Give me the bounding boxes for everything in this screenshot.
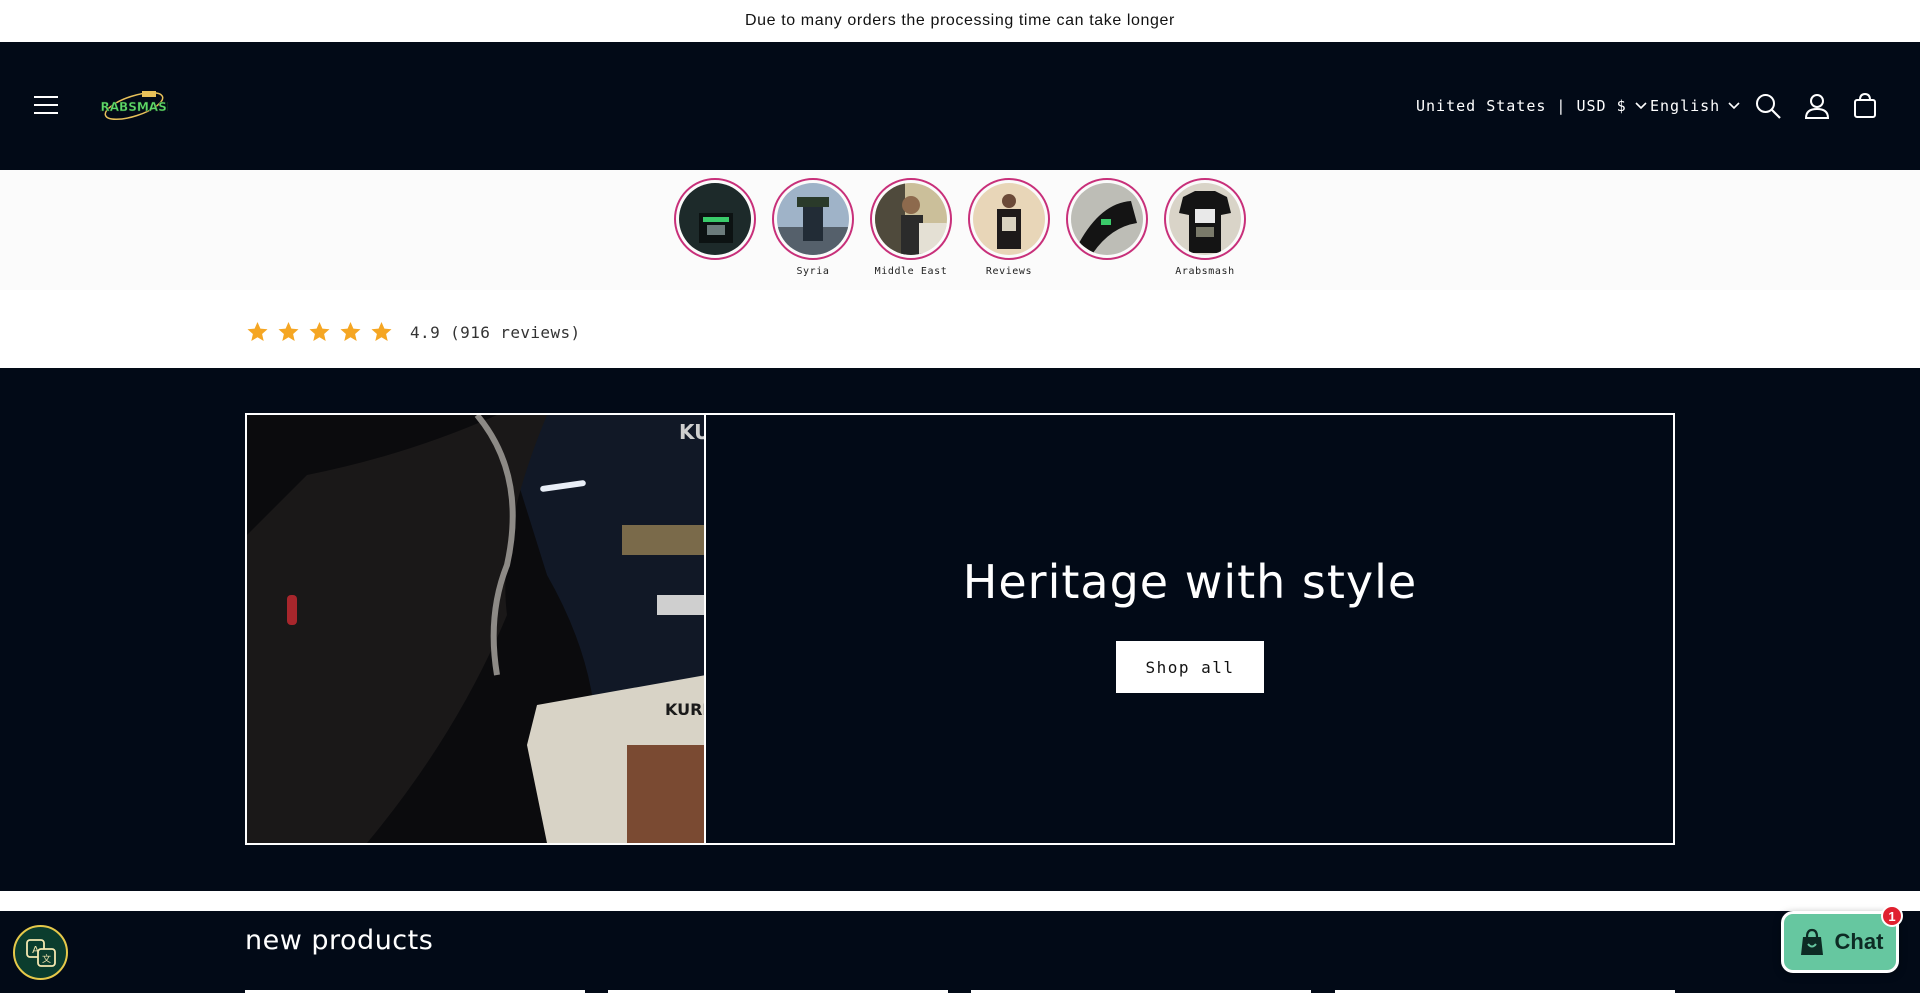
story-thumbnail xyxy=(973,183,1045,255)
site-logo[interactable]: ARABSMASH xyxy=(91,82,177,130)
hero-banner: KU KURI Heritage with style Shop all xyxy=(245,413,1675,845)
chevron-down-icon xyxy=(1635,102,1647,110)
story-label: Arabsmash xyxy=(1175,266,1235,277)
announcement-text: Due to many orders the processing time c… xyxy=(745,12,1175,29)
rating-text: 4.9 (916 reviews) xyxy=(410,322,581,342)
story-label xyxy=(673,266,757,280)
hero-video[interactable]: KU KURI xyxy=(247,415,706,843)
chat-label: Chat xyxy=(1834,929,1884,954)
shop-all-button[interactable]: Shop all xyxy=(1116,641,1264,693)
story-label: Syria xyxy=(796,266,830,277)
svg-text:KURI: KURI xyxy=(665,700,706,719)
story-item[interactable]: Middle East xyxy=(869,178,953,280)
svg-text:ARABSMASH: ARABSMASH xyxy=(100,100,168,114)
chat-notification-badge: 1 xyxy=(1881,905,1903,927)
story-label: Middle East xyxy=(874,266,948,277)
chevron-down-icon xyxy=(1728,102,1740,110)
story-ring xyxy=(1164,178,1246,260)
search-icon[interactable] xyxy=(1753,91,1783,121)
shopping-bag-icon xyxy=(1800,928,1823,955)
star-icon xyxy=(309,322,330,341)
story-ring xyxy=(870,178,952,260)
svg-text:文: 文 xyxy=(41,953,50,965)
menu-icon[interactable] xyxy=(30,89,62,121)
star-icon xyxy=(278,322,299,341)
story-ring xyxy=(674,178,756,260)
account-icon[interactable] xyxy=(1802,91,1832,121)
new-products-section: new products xyxy=(0,911,1920,993)
svg-text:A: A xyxy=(32,945,39,956)
story-thumbnail xyxy=(1169,183,1241,255)
story-item[interactable]: Reviews xyxy=(967,178,1051,280)
language-selector-label: English xyxy=(1650,97,1721,115)
section-title: new products xyxy=(245,925,434,956)
story-item[interactable]: Arabsmash xyxy=(1163,178,1247,280)
story-thumbnail xyxy=(679,183,751,255)
country-selector[interactable]: United States | USD $ xyxy=(1416,94,1647,118)
translate-button[interactable]: A 文 xyxy=(13,925,68,980)
country-selector-label: United States | USD $ xyxy=(1416,97,1627,115)
star-icon xyxy=(247,322,268,341)
story-item[interactable] xyxy=(1065,178,1149,280)
story-item[interactable] xyxy=(673,178,757,280)
reviews-rating[interactable]: 4.9 (916 reviews) xyxy=(245,318,581,346)
story-thumbnail xyxy=(777,183,849,255)
story-thumbnail xyxy=(875,183,947,255)
hero-title: Heritage with style xyxy=(962,555,1418,609)
star-icon xyxy=(371,322,392,341)
svg-text:KU: KU xyxy=(679,420,706,444)
translate-icon: A 文 xyxy=(25,938,56,967)
star-icon xyxy=(340,322,361,341)
story-ring xyxy=(1066,178,1148,260)
story-label: Reviews xyxy=(985,266,1033,277)
cart-icon[interactable] xyxy=(1850,91,1880,121)
story-label xyxy=(1065,266,1149,280)
story-ring xyxy=(772,178,854,260)
section-divider xyxy=(0,891,1920,911)
story-thumbnail xyxy=(1071,183,1143,255)
story-highlights: Syria Middle East Reviews Arabsmash xyxy=(0,170,1920,290)
language-selector[interactable]: English xyxy=(1650,94,1740,118)
hero-section: KU KURI Heritage with style Shop all xyxy=(0,368,1920,891)
announcement-bar: Due to many orders the processing time c… xyxy=(0,0,1920,42)
site-header: ARABSMASH United States | USD $ English xyxy=(0,42,1920,170)
story-item[interactable]: Syria xyxy=(771,178,855,280)
story-ring xyxy=(968,178,1050,260)
